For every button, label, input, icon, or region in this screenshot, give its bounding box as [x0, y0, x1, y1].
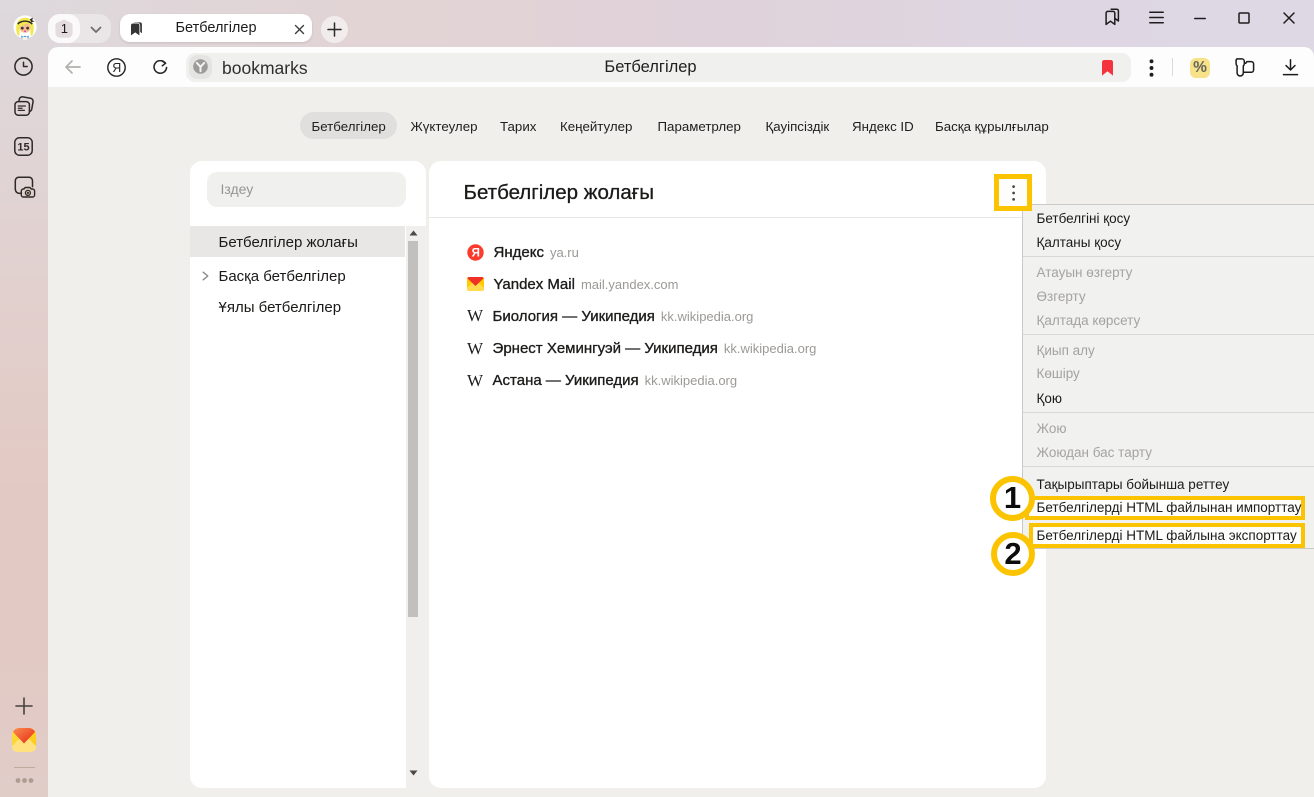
svg-text:15: 15: [17, 142, 29, 154]
svg-text:1: 1: [61, 21, 68, 36]
svg-text:Я: Я: [112, 61, 121, 75]
svg-text:Я: Я: [472, 247, 480, 259]
